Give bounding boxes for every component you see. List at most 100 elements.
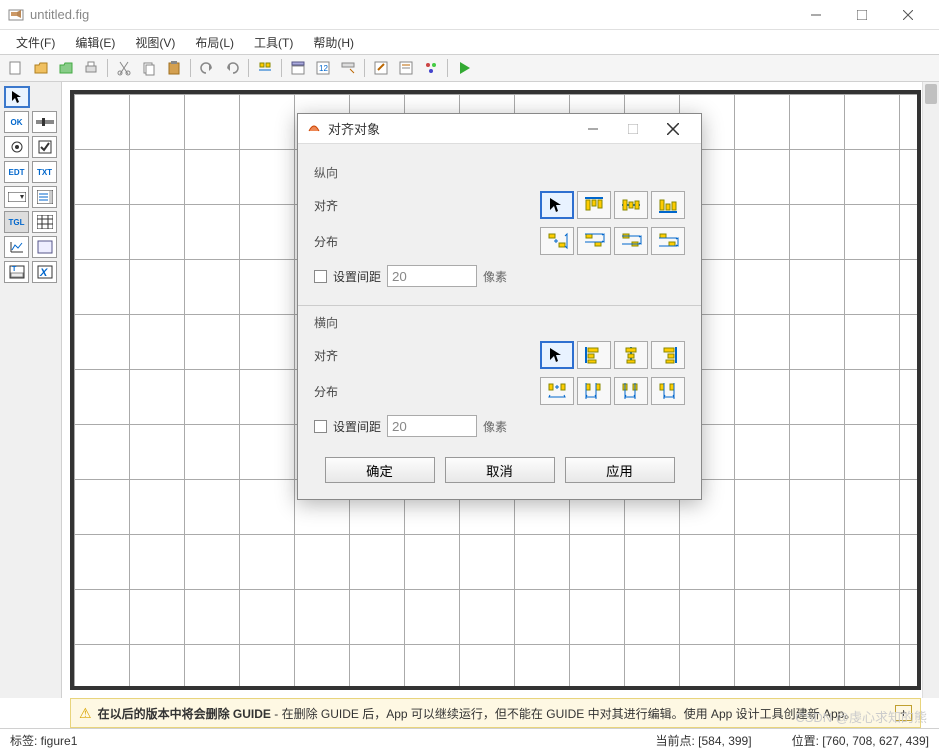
horizontal-spacing-suffix: 像素 (483, 418, 507, 435)
horizontal-spacing-label: 设置间距 (333, 418, 381, 435)
open-icon[interactable] (29, 57, 53, 79)
horizontal-spacing-input[interactable] (387, 415, 477, 437)
dialog-title: 对齐对象 (328, 119, 573, 138)
component-palette: OK EDT TXT TGL T X (0, 82, 62, 698)
svg-text:T: T (12, 266, 17, 273)
undo-icon[interactable] (195, 57, 219, 79)
new-icon[interactable] (4, 57, 28, 79)
vertical-distribute-label: 分布 (314, 233, 364, 250)
slider-tool[interactable] (32, 111, 57, 133)
checkbox-tool[interactable] (32, 136, 57, 158)
halign-center-button[interactable] (614, 341, 648, 369)
radiobutton-tool[interactable] (4, 136, 29, 158)
window-titlebar: untitled.fig (0, 0, 939, 30)
align-icon[interactable] (253, 57, 277, 79)
toolbar-editor-icon[interactable] (336, 57, 360, 79)
statusbar: 标签: figure1 当前点: [584, 399] 位置: [760, 70… (0, 728, 939, 752)
copy-icon[interactable] (137, 57, 161, 79)
vdist-top-button[interactable] (577, 227, 611, 255)
warning-text: - 在删除 GUIDE 后，App 可以继续运行，但不能在 GUIDE 中对其进… (271, 707, 856, 721)
svg-text:12: 12 (319, 64, 328, 73)
horizontal-spacing-checkbox[interactable] (314, 420, 327, 433)
menu-layout[interactable]: 布局(L) (185, 32, 244, 53)
vertical-align-label: 对齐 (314, 197, 364, 214)
vertical-scrollbar[interactable] (922, 82, 939, 698)
vertical-spacing-suffix: 像素 (483, 268, 507, 285)
vertical-section-label: 纵向 (314, 164, 685, 181)
svg-text:X: X (39, 267, 48, 279)
hdist-right-button[interactable] (651, 377, 685, 405)
valign-middle-button[interactable] (614, 191, 648, 219)
menu-editor-icon[interactable] (286, 57, 310, 79)
table-tool[interactable] (32, 211, 57, 233)
tab-order-icon[interactable]: 12 (311, 57, 335, 79)
vertical-spacing-input[interactable] (387, 265, 477, 287)
listbox-tool[interactable] (32, 186, 57, 208)
menu-edit[interactable]: 编辑(E) (65, 32, 125, 53)
menu-help[interactable]: 帮助(H) (303, 32, 364, 53)
dialog-minimize-button[interactable] (573, 115, 613, 143)
app-icon (8, 7, 24, 23)
buttongroup-tool[interactable]: T (4, 261, 29, 283)
cancel-button[interactable]: 取消 (445, 457, 555, 483)
align-objects-dialog: 对齐对象 纵向 对齐 分布 设置间距 (297, 113, 702, 500)
paste-icon[interactable] (162, 57, 186, 79)
dialog-close-button[interactable] (653, 115, 693, 143)
edittext-tool[interactable]: EDT (4, 161, 29, 183)
halign-left-button[interactable] (577, 341, 611, 369)
menu-view[interactable]: 视图(V) (125, 32, 185, 53)
horizontal-distribute-label: 分布 (314, 383, 364, 400)
warning-bold: 在以后的版本中将会删除 GUIDE (98, 707, 271, 721)
deprecation-warning-bar: ⚠ 在以后的版本中将会删除 GUIDE - 在删除 GUIDE 后，App 可以… (70, 698, 921, 728)
apply-button[interactable]: 应用 (565, 457, 675, 483)
valign-bottom-button[interactable] (651, 191, 685, 219)
horizontal-section-label: 横向 (314, 314, 685, 331)
menu-file[interactable]: 文件(F) (6, 32, 65, 53)
panel-tool[interactable] (32, 236, 57, 258)
halign-none-button[interactable] (540, 341, 574, 369)
hdist-left-button[interactable] (577, 377, 611, 405)
close-button[interactable] (885, 0, 931, 29)
activex-tool[interactable]: X (32, 261, 57, 283)
object-browser-icon[interactable] (419, 57, 443, 79)
warning-icon: ⚠ (79, 705, 92, 722)
pushbutton-tool[interactable]: OK (4, 111, 29, 133)
ok-button[interactable]: 确定 (325, 457, 435, 483)
property-inspector-icon[interactable] (394, 57, 418, 79)
vdist-bottom-button[interactable] (651, 227, 685, 255)
save-icon[interactable] (54, 57, 78, 79)
run-icon[interactable] (452, 57, 476, 79)
status-current-point: 当前点: [584, 399] (656, 732, 752, 749)
horizontal-align-label: 对齐 (314, 347, 364, 364)
expand-warning-button[interactable]: + (895, 705, 912, 721)
vdist-equal-button[interactable] (540, 227, 574, 255)
dialog-maximize-button[interactable] (613, 115, 653, 143)
hdist-equal-button[interactable] (540, 377, 574, 405)
menubar: 文件(F) 编辑(E) 视图(V) 布局(L) 工具(T) 帮助(H) (0, 30, 939, 54)
maximize-button[interactable] (839, 0, 885, 29)
select-tool[interactable] (4, 86, 30, 108)
togglebutton-tool[interactable]: TGL (4, 211, 29, 233)
halign-right-button[interactable] (651, 341, 685, 369)
editor-icon[interactable] (369, 57, 393, 79)
vertical-spacing-label: 设置间距 (333, 268, 381, 285)
dialog-titlebar[interactable]: 对齐对象 (298, 114, 701, 144)
valign-top-button[interactable] (577, 191, 611, 219)
minimize-button[interactable] (793, 0, 839, 29)
section-divider (298, 305, 701, 306)
vertical-spacing-checkbox[interactable] (314, 270, 327, 283)
redo-icon[interactable] (220, 57, 244, 79)
status-tag: 标签: figure1 (10, 732, 77, 749)
hdist-center-button[interactable] (614, 377, 648, 405)
valign-none-button[interactable] (540, 191, 574, 219)
menu-tools[interactable]: 工具(T) (244, 32, 303, 53)
print-icon[interactable] (79, 57, 103, 79)
window-title: untitled.fig (30, 7, 793, 22)
main-toolbar: 12 (0, 54, 939, 82)
cut-icon[interactable] (112, 57, 136, 79)
vdist-middle-button[interactable] (614, 227, 648, 255)
popupmenu-tool[interactable] (4, 186, 29, 208)
status-position: 位置: [760, 708, 627, 439] (792, 732, 929, 749)
statictext-tool[interactable]: TXT (32, 161, 57, 183)
axes-tool[interactable] (4, 236, 29, 258)
